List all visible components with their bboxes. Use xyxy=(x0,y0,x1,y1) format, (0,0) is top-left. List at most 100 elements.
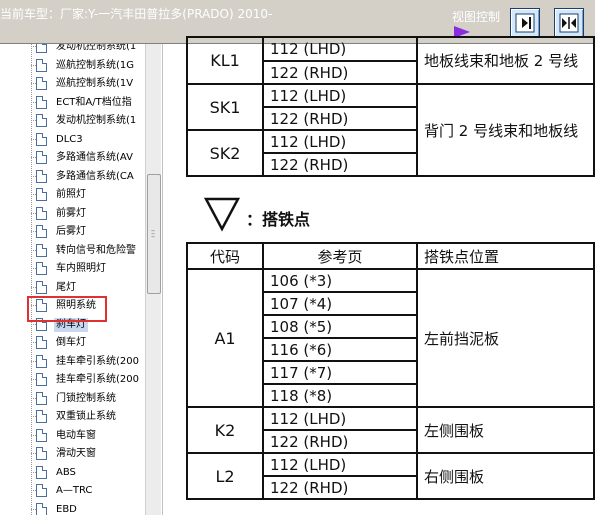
sidebar-item-label: 双重锁止系统 xyxy=(56,411,116,422)
scroll-grip-icon: – – – xyxy=(151,226,155,241)
ref-cell: 122 (RHD) xyxy=(262,429,418,454)
sidebar-tree-item[interactable]: 前照灯 xyxy=(28,186,146,204)
sidebar-tree-item[interactable]: 倒车灯 xyxy=(28,334,146,352)
ref-cell: 122 (RHD) xyxy=(262,152,418,177)
view-control-label: 视图控制 xyxy=(452,10,501,24)
header-ref: 参考页 xyxy=(262,242,418,270)
document-icon xyxy=(36,447,47,460)
sidebar-tree-item[interactable]: 发动机控制系统(1 xyxy=(28,112,146,130)
code-cell: KL1 xyxy=(186,36,264,85)
document-icon xyxy=(36,262,47,275)
location-cell: 左侧围板 xyxy=(416,406,595,454)
ref-cell: 116 (*6) xyxy=(262,337,418,362)
sidebar-tree-item[interactable]: 双重锁止系统 xyxy=(28,408,146,426)
ref-cell: 122 (RHD) xyxy=(262,106,418,131)
ref-cell: 117 (*7) xyxy=(262,360,418,385)
scroll-thumb[interactable]: – – – xyxy=(147,174,161,294)
sidebar-item-label: 挂车牵引系统(200 xyxy=(56,355,139,367)
code-cell: SK1 xyxy=(186,83,264,131)
single-page-icon xyxy=(515,13,535,33)
sidebar-item-label: ECT和A/T档位指 xyxy=(56,96,132,108)
ref-cell: 107 (*4) xyxy=(262,291,418,316)
sidebar-item-label: 尾灯 xyxy=(56,281,76,293)
document-icon xyxy=(36,428,47,442)
code-cell: SK2 xyxy=(186,129,264,177)
sidebar-tree-item[interactable]: 前雾灯 xyxy=(28,205,146,223)
ground-point-table: 代码 参考页 搭铁点位置 A1 106 (*3) 左前挡泥板 107 (*4) … xyxy=(186,242,595,500)
document-icon xyxy=(36,243,47,257)
sidebar-tree-item[interactable]: 巡航控制系统(1G xyxy=(28,57,146,75)
document-icon xyxy=(36,502,47,515)
document-icon xyxy=(36,188,47,201)
sidebar-tree-item[interactable]: 尾灯 xyxy=(28,279,146,297)
dual-page-view-button[interactable] xyxy=(554,8,584,38)
connector-table: KL1 112 (LHD) 地板线束和地板 2 号线 122 (RHD) SK1… xyxy=(186,36,595,177)
document-icon xyxy=(36,58,47,72)
sidebar-item-label: 巡航控制系统(1V xyxy=(56,78,134,89)
sidebar-item-label: ABS xyxy=(56,466,76,478)
sidebar-tree-item[interactable]: 多路通信系统(CA xyxy=(28,168,146,186)
document-icon xyxy=(36,114,47,127)
selection-highlight-box xyxy=(27,296,107,322)
sidebar-scrollbar[interactable]: – – – xyxy=(145,44,161,515)
sidebar-tree-item[interactable]: 电动车窗 xyxy=(28,427,146,445)
sidebar-tree-item[interactable]: 挂车牵引系统(200 xyxy=(28,371,146,389)
ref-cell: 122 (RHD) xyxy=(262,60,418,85)
sidebar-tree-item[interactable]: EBD xyxy=(28,501,146,515)
document-icon xyxy=(36,44,47,53)
document-icon xyxy=(36,354,47,368)
location-cell: 地板线束和地板 2 号线 xyxy=(416,36,595,85)
document-icon xyxy=(36,95,47,109)
sidebar-tree-item[interactable]: 后雾灯 xyxy=(28,223,146,241)
sidebar-tree-item[interactable]: 转向信号和危险警 xyxy=(28,242,146,260)
document-icon xyxy=(36,225,47,238)
sidebar-tree-item[interactable]: 门锁控制系统 xyxy=(28,390,146,408)
pane-divider[interactable] xyxy=(162,44,186,515)
sidebar-tree-item[interactable]: 车内照明灯 xyxy=(28,260,146,278)
header-code: 代码 xyxy=(186,242,264,270)
sidebar-tree-item[interactable]: ABS xyxy=(28,464,146,482)
ref-cell: 112 (LHD) xyxy=(262,36,418,62)
sidebar-item-label: 前照灯 xyxy=(56,189,86,200)
sidebar-item-label: 多路通信系统(AV xyxy=(56,152,133,163)
ref-cell: 106 (*3) xyxy=(262,268,418,293)
sidebar-item-label: 门锁控制系统 xyxy=(56,392,116,404)
sidebar-item-label: A—TRC xyxy=(56,485,93,496)
location-cell: 右侧围板 xyxy=(416,452,595,500)
ref-cell: 122 (RHD) xyxy=(262,475,418,500)
sidebar-tree-item[interactable]: DLC3 xyxy=(28,131,146,149)
document-icon xyxy=(36,206,47,220)
ref-cell: 112 (LHD) xyxy=(262,129,418,154)
ground-section-title: ：搭铁点 xyxy=(246,210,311,229)
sidebar-tree-item[interactable]: 巡航控制系统(1V xyxy=(28,75,146,93)
sidebar-tree-item[interactable]: 发动机控制系统(1 xyxy=(28,44,146,56)
sidebar-item-label: 前雾灯 xyxy=(56,207,86,219)
ref-cell: 112 (LHD) xyxy=(262,452,418,477)
sidebar-item-label: 多路通信系统(CA xyxy=(56,170,134,182)
ground-triangle-icon xyxy=(204,197,240,232)
location-cell: 背门 2 号线束和地板线 xyxy=(416,83,595,177)
document-icon xyxy=(36,373,47,386)
document-icon xyxy=(36,77,47,90)
sidebar-tree-item[interactable]: A—TRC xyxy=(28,482,146,500)
document-icon xyxy=(36,169,47,183)
document-icon xyxy=(36,484,47,497)
sidebar-item-label: DLC3 xyxy=(56,133,83,145)
sidebar-tree-item[interactable]: 多路通信系统(AV xyxy=(28,149,146,167)
sidebar-item-label: 后雾灯 xyxy=(56,226,86,237)
document-icon xyxy=(36,280,47,294)
sidebar-item-label: 电动车窗 xyxy=(56,429,96,441)
document-icon xyxy=(36,132,47,146)
dual-page-icon xyxy=(559,13,579,33)
sidebar-tree-item[interactable]: 挂车牵引系统(200 xyxy=(28,353,146,371)
document-icon xyxy=(36,391,47,405)
ref-cell: 112 (LHD) xyxy=(262,406,418,431)
sidebar-tree-item[interactable]: 滑动天窗 xyxy=(28,445,146,463)
sidebar-tree-item[interactable]: ECT和A/T档位指 xyxy=(28,94,146,112)
document-icon xyxy=(36,465,47,479)
sidebar-tree: 发动机控制系统(1 巡航控制系统(1G 巡航控制系统(1V ECT和A/T档位指 发动机… xyxy=(0,44,162,515)
sidebar-item-label: 发动机控制系统(1 xyxy=(56,44,137,52)
current-model-title: 当前车型：厂家:Y-一汽丰田普拉多(PRADO) 2010- xyxy=(0,7,273,21)
ref-cell: 112 (LHD) xyxy=(262,83,418,108)
single-page-view-button[interactable] xyxy=(510,8,540,38)
